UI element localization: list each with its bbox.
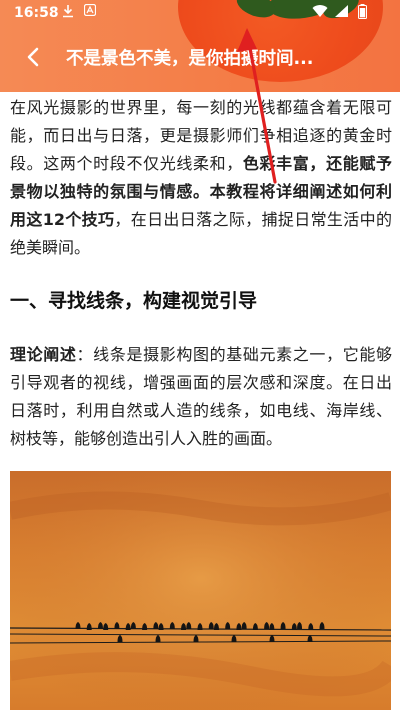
intro-paragraph: 在风光摄影的世界里，每一刻的光线都蕴含着无限可能，而日出与日落，更是摄影师们争相… (10, 94, 392, 262)
download-icon (62, 4, 74, 22)
status-bar: 16:58 (0, 0, 400, 26)
chevron-left-icon (27, 47, 39, 67)
section-paragraph: 理论阐述：线条是摄影构图的基础元素之一，它能够引导观者的视线，增强画面的层次感和… (10, 341, 392, 453)
battery-icon (358, 4, 367, 23)
title-bar: 不是景色不美，是你拍摄时间... (0, 36, 400, 80)
wifi-icon (312, 4, 328, 22)
status-time: 16:58 (14, 5, 59, 21)
birds-on-wires-photo (10, 471, 391, 710)
article-content: 在风光摄影的世界里，每一刻的光线都蕴含着无限可能，而日出与日落，更是摄影师们争相… (10, 92, 392, 453)
section-heading: 一、寻找线条，构建视觉引导 (10, 290, 258, 312)
app-icon (83, 3, 97, 20)
theory-label: 理论阐述 (10, 345, 77, 364)
page-title: 不是景色不美，是你拍摄时间... (66, 49, 314, 69)
signal-icon (334, 4, 349, 22)
back-button[interactable] (18, 42, 48, 72)
article-photo[interactable] (10, 471, 391, 710)
